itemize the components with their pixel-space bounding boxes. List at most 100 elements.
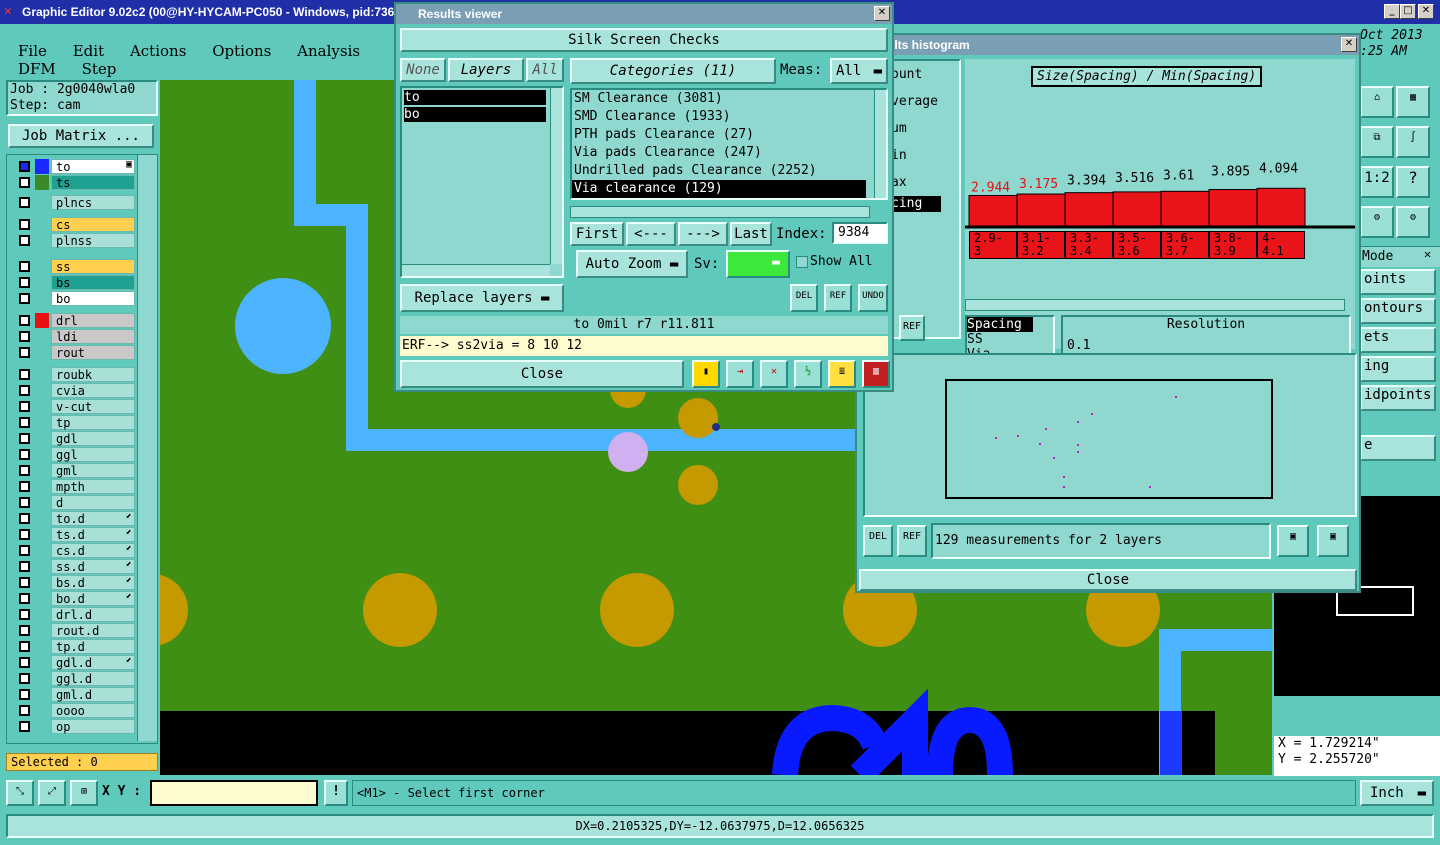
- layer-row-rout-d[interactable]: rout.d: [17, 623, 135, 638]
- layer-row-roubk[interactable]: roubk: [17, 367, 135, 382]
- notes-icon[interactable]: ≣: [828, 360, 856, 388]
- layer-checkbox[interactable]: [19, 497, 30, 508]
- layer-row-gdl-d[interactable]: gdl.d ⬋: [17, 655, 135, 670]
- snap-icon[interactable]: ⧉: [1360, 126, 1394, 158]
- spacing-item[interactable]: Spacing: [967, 317, 1033, 332]
- layer-row-bo[interactable]: bo: [17, 291, 135, 306]
- category-hscroll[interactable]: [570, 206, 870, 218]
- unit-select[interactable]: Inch ▬: [1360, 780, 1434, 806]
- report-icon[interactable]: ▮: [692, 360, 720, 388]
- results-layer-list[interactable]: to bo: [400, 86, 564, 278]
- histogram-hscroll[interactable]: [965, 299, 1345, 311]
- layer-row-ss-d[interactable]: ss.d ⬋: [17, 559, 135, 574]
- layer-checkbox[interactable]: [19, 401, 30, 412]
- results-close-button[interactable]: Close: [400, 360, 684, 388]
- results-viewer-close-icon[interactable]: ✕: [874, 6, 890, 21]
- del-button[interactable]: DEL: [790, 284, 818, 312]
- layer-row-bs[interactable]: bs: [17, 275, 135, 290]
- first-button[interactable]: First: [570, 222, 624, 246]
- layer-checkbox[interactable]: [19, 577, 30, 588]
- layer-row-ggl[interactable]: ggl: [17, 447, 135, 462]
- layer-checkbox[interactable]: [19, 293, 30, 304]
- fit-icon[interactable]: ⊞: [70, 780, 98, 806]
- layer-row-ss[interactable]: ss: [17, 259, 135, 274]
- histogram-ref-button[interactable]: REF: [899, 315, 925, 341]
- minimize-button[interactable]: _: [1384, 4, 1400, 19]
- layer-row-mpth[interactable]: mpth: [17, 479, 135, 494]
- layer-row-op[interactable]: op: [17, 719, 135, 734]
- layer-checkbox[interactable]: [19, 197, 30, 208]
- layer-row-gdl[interactable]: gdl: [17, 431, 135, 446]
- layer-checkbox[interactable]: [19, 657, 30, 668]
- layer-checkbox[interactable]: [19, 385, 30, 396]
- layer-row-cs[interactable]: cs: [17, 217, 135, 232]
- menu-edit[interactable]: Edit: [73, 42, 104, 60]
- layer-row-oooo[interactable]: oooo: [17, 703, 135, 718]
- layer-checkbox[interactable]: [19, 481, 30, 492]
- clear-ref-icon[interactable]: ✕: [760, 360, 788, 388]
- result-layer-to[interactable]: to: [404, 90, 546, 105]
- mode-e[interactable]: e: [1360, 435, 1436, 461]
- histogram-bar[interactable]: [968, 194, 1018, 228]
- category-list[interactable]: SM Clearance (3081) SMD Clearance (1933) P…: [570, 88, 888, 200]
- histogram-bar[interactable]: [1256, 187, 1306, 228]
- layer-row-drl[interactable]: drl: [17, 313, 135, 328]
- histogram-bar[interactable]: [1160, 190, 1210, 228]
- undo-button[interactable]: UNDO: [858, 284, 888, 312]
- layer-row-v-cut[interactable]: v-cut: [17, 399, 135, 414]
- menu-analysis[interactable]: Analysis: [297, 42, 360, 60]
- layer-row-plnss[interactable]: plnss: [17, 233, 135, 248]
- job-matrix-button[interactable]: Job Matrix ...: [8, 124, 154, 148]
- layer-checkbox[interactable]: [19, 721, 30, 732]
- layer-row-plncs[interactable]: plncs: [17, 195, 135, 210]
- mode-sets[interactable]: ets: [1360, 327, 1436, 353]
- next-button[interactable]: --->: [678, 222, 728, 246]
- layer-checkbox[interactable]: [19, 689, 30, 700]
- layer-checkbox[interactable]: [19, 529, 30, 540]
- layer-row-d[interactable]: d: [17, 495, 135, 510]
- layer-list-hscroll[interactable]: [402, 264, 550, 276]
- histogram-icon[interactable]: ▥: [862, 360, 890, 388]
- layer-scrollbar[interactable]: [137, 155, 157, 741]
- menu-dfm[interactable]: DFM: [18, 60, 56, 78]
- import-icon[interactable]: ▣: [1317, 525, 1349, 557]
- layer-checkbox[interactable]: [19, 433, 30, 444]
- replace-layers-button[interactable]: Replace layers ▬: [400, 284, 564, 312]
- severity-select[interactable]: ▬: [726, 250, 790, 278]
- category-item[interactable]: SMD Clearance (1933): [572, 108, 886, 126]
- histogram-bar[interactable]: [1112, 191, 1162, 228]
- category-vscroll[interactable]: [874, 90, 886, 198]
- mode-close-icon[interactable]: ✕: [1424, 247, 1431, 261]
- maximize-button[interactable]: □: [1400, 4, 1416, 19]
- layer-checkbox[interactable]: [19, 277, 30, 288]
- menu-file[interactable]: File: [18, 42, 47, 60]
- show-all-checkbox[interactable]: [796, 256, 808, 268]
- close-button[interactable]: ✕: [1418, 4, 1434, 19]
- layer-row-gml-d[interactable]: gml.d: [17, 687, 135, 702]
- histogram-del-button[interactable]: DEL: [863, 525, 893, 557]
- layer-checkbox[interactable]: [19, 513, 30, 524]
- layer-row-ts-d[interactable]: ts.d ⬋: [17, 527, 135, 542]
- mode-points[interactable]: oints: [1360, 269, 1436, 295]
- meas-select[interactable]: All ▬: [830, 58, 888, 84]
- histogram-bar[interactable]: [1064, 192, 1114, 228]
- grid-icon[interactable]: ▦: [1396, 86, 1430, 118]
- prev-button[interactable]: <---: [626, 222, 676, 246]
- auto-zoom-button[interactable]: Auto Zoom ▬: [576, 250, 688, 278]
- ref-button[interactable]: REF: [824, 284, 852, 312]
- layer-row-rout[interactable]: rout: [17, 345, 135, 360]
- category-item[interactable]: SM Clearance (3081): [572, 90, 886, 108]
- layer-checkbox[interactable]: [19, 235, 30, 246]
- layer-checkbox[interactable]: [19, 347, 30, 358]
- category-item[interactable]: Via pads Clearance (247): [572, 144, 886, 162]
- layer-checkbox[interactable]: [19, 161, 30, 172]
- layer-checkbox[interactable]: [19, 369, 30, 380]
- layer-checkbox[interactable]: [19, 331, 30, 342]
- histogram-bar[interactable]: [1208, 189, 1258, 228]
- layer-checkbox[interactable]: [19, 449, 30, 460]
- alert-icon[interactable]: !: [324, 780, 348, 806]
- zoom-out-icon[interactable]: ⤢: [38, 780, 66, 806]
- layer-checkbox[interactable]: [19, 315, 30, 326]
- layer-row-cs-d[interactable]: cs.d ⬋: [17, 543, 135, 558]
- home-icon[interactable]: ⌂: [1360, 86, 1394, 118]
